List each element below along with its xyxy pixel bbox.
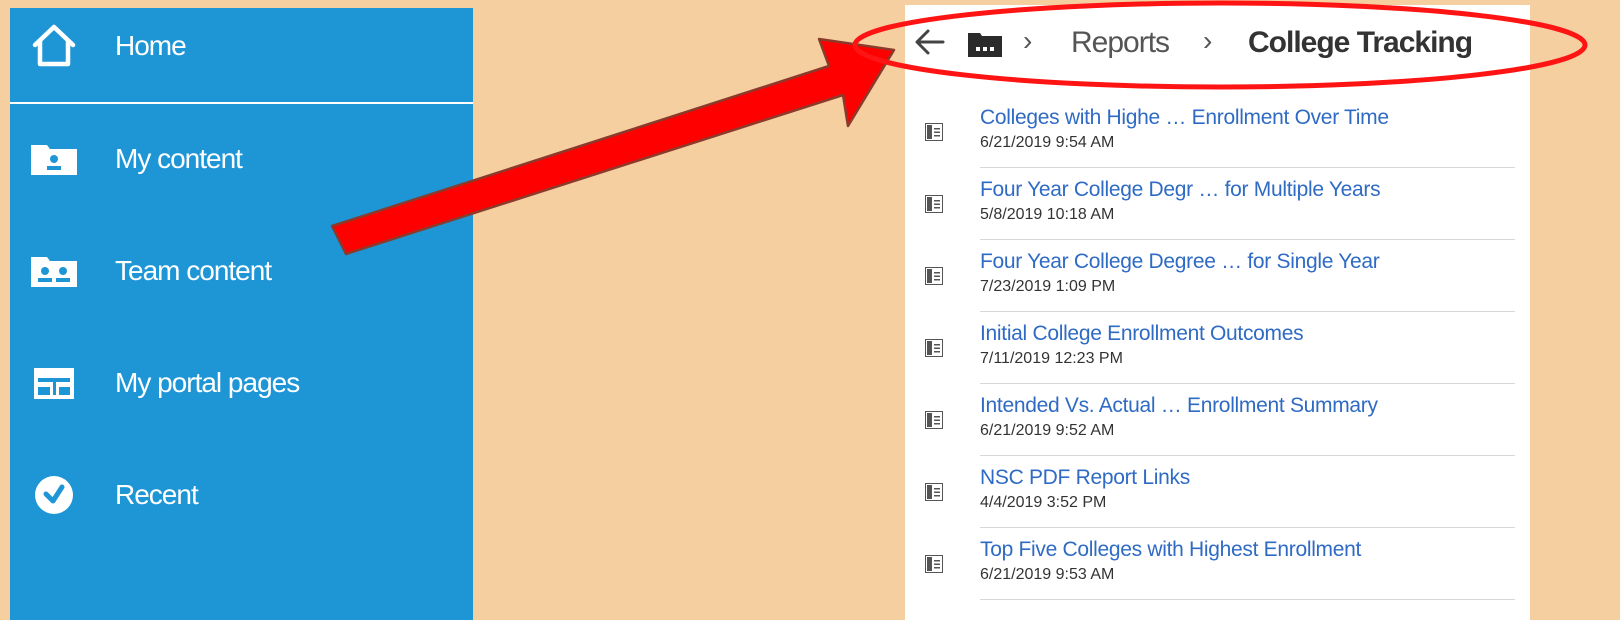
report-icon [925,195,943,213]
row-divider [980,599,1515,600]
nav-item-my-portal-pages[interactable]: My portal pages [10,353,473,413]
back-arrow-icon[interactable] [913,25,947,59]
nav-item-recent[interactable]: Recent [10,465,473,525]
portal-pages-icon [28,361,80,405]
report-icon [925,123,943,141]
nav-panel: Home My content Team content My portal p… [10,8,473,620]
nav-label-my-portal-pages: My portal pages [115,367,300,398]
report-icon [925,483,943,501]
report-date: 5/8/2019 10:18 AM [980,206,1115,223]
report-title[interactable]: NSC PDF Report Links [980,466,1190,490]
report-title[interactable]: Colleges with Highe … Enrollment Over Ti… [980,106,1389,130]
report-date: 6/21/2019 9:54 AM [980,134,1115,151]
row-divider [980,167,1515,168]
folder-icon[interactable] [968,31,1002,57]
row-divider [980,527,1515,528]
report-title[interactable]: Four Year College Degr … for Multiple Ye… [980,178,1381,202]
report-item[interactable]: NSC PDF Report Links 4/4/2019 3:52 PM [905,461,1530,533]
nav-item-team-content[interactable]: Team content [10,241,473,301]
report-item[interactable]: Top Five Colleges with Highest Enrollmen… [905,533,1530,605]
nav-label-my-content: My content [115,143,243,174]
report-icon [925,555,943,573]
breadcrumb: › Reports › College Tracking [905,5,1530,83]
report-title[interactable]: Top Five Colleges with Highest Enrollmen… [980,538,1361,562]
nav-label-team-content: Team content [115,255,272,286]
nav-item-my-content[interactable]: My content [10,129,473,189]
row-divider [980,239,1515,240]
report-date: 7/11/2019 12:23 PM [980,350,1123,367]
report-date: 4/4/2019 3:52 PM [980,494,1107,511]
nav-divider [10,102,473,104]
breadcrumb-current: College Tracking [1248,26,1473,59]
report-date: 6/21/2019 9:52 AM [980,422,1115,439]
row-divider [980,455,1515,456]
breadcrumb-separator: › [1023,25,1033,56]
breadcrumb-separator: › [1203,25,1213,56]
recent-icon [28,473,80,517]
report-item[interactable]: Intended Vs. Actual … Enrollment Summary… [905,389,1530,461]
my-content-icon [28,137,80,181]
nav-item-home[interactable]: Home [10,16,473,76]
nav-label-home: Home [115,30,187,61]
row-divider [980,383,1515,384]
report-item[interactable]: Colleges with Highe … Enrollment Over Ti… [905,101,1530,173]
home-icon [28,24,80,68]
report-icon [925,411,943,429]
report-date: 7/23/2019 1:09 PM [980,278,1116,295]
report-item[interactable]: Four Year College Degree … for Single Ye… [905,245,1530,317]
report-title[interactable]: Initial College Enrollment Outcomes [980,322,1304,346]
report-item[interactable]: Four Year College Degr … for Multiple Ye… [905,173,1530,245]
breadcrumb-reports-link[interactable]: Reports [1071,26,1170,60]
team-content-icon [28,249,80,293]
report-title[interactable]: Four Year College Degree … for Single Ye… [980,250,1380,274]
row-divider [980,311,1515,312]
nav-label-recent: Recent [115,479,199,510]
report-item[interactable]: Initial College Enrollment Outcomes 7/11… [905,317,1530,389]
report-icon [925,267,943,285]
report-title[interactable]: Intended Vs. Actual … Enrollment Summary [980,394,1378,418]
content-panel: › Reports › College Tracking Colleges wi… [905,5,1530,620]
report-icon [925,339,943,357]
report-date: 6/21/2019 9:53 AM [980,566,1115,583]
